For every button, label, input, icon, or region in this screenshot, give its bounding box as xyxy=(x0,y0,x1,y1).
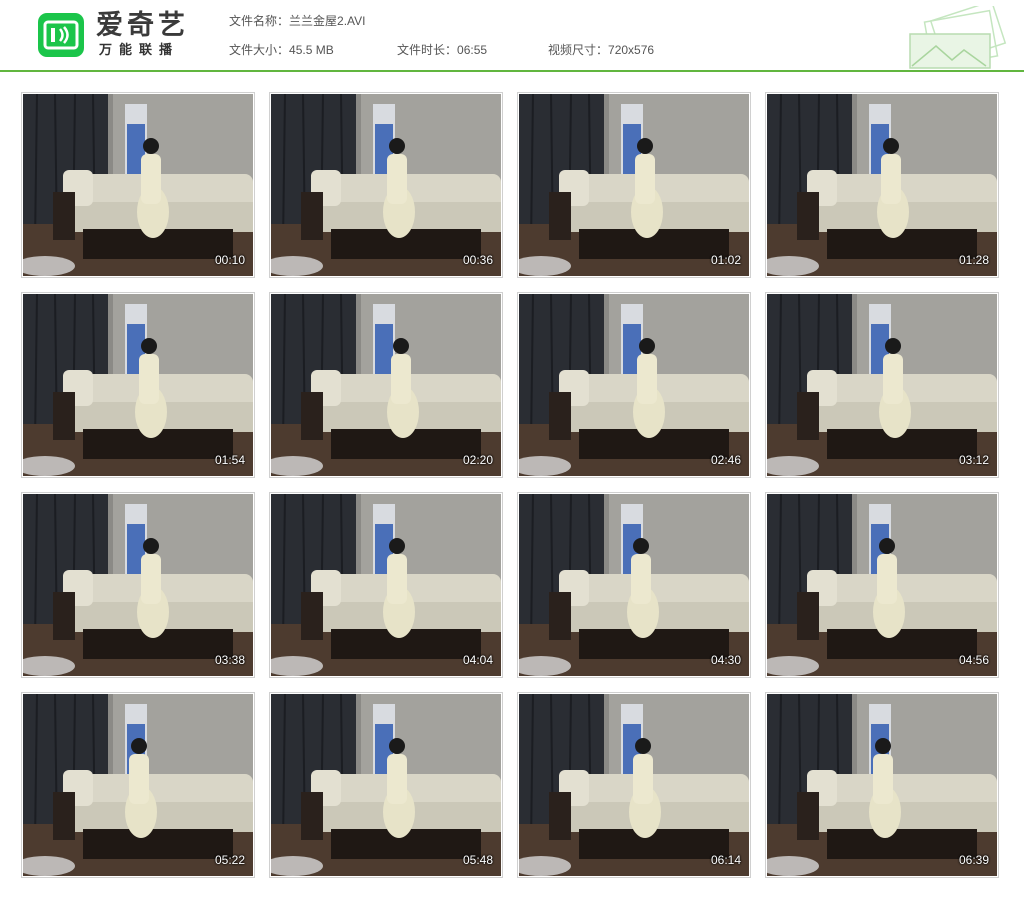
video-thumbnail[interactable]: 05:22 xyxy=(21,692,255,878)
thumbnail-timestamp: 03:12 xyxy=(958,453,989,467)
video-thumbnail[interactable]: 00:36 xyxy=(269,92,503,278)
brand-name: 爱奇艺 xyxy=(96,10,189,40)
header: 爱奇艺 万能联播 文件名称：兰兰金屋2.AVI 文件大小：45.5 MB 文件时… xyxy=(0,0,1024,70)
video-thumbnail[interactable]: 00:10 xyxy=(21,92,255,278)
thumbnail-timestamp: 00:10 xyxy=(214,253,245,267)
video-thumbnail[interactable]: 06:39 xyxy=(765,692,999,878)
thumbnail-timestamp: 03:38 xyxy=(214,653,245,667)
thumbnail-frame-image: 05:48 xyxy=(271,694,501,876)
thumbnail-frame-image: 02:46 xyxy=(519,294,749,476)
photo-stack-decoration-icon xyxy=(909,6,1007,69)
thumbnail-frame-image: 06:14 xyxy=(519,694,749,876)
thumbnail-timestamp: 05:22 xyxy=(214,853,245,867)
video-thumbnail[interactable]: 02:46 xyxy=(517,292,751,478)
thumbnail-timestamp: 04:56 xyxy=(958,653,989,667)
resolution-info: 视频尺寸：720x576 xyxy=(548,43,654,57)
duration-label: 文件时长： xyxy=(397,43,458,57)
video-thumbnail[interactable]: 03:12 xyxy=(765,292,999,478)
file-name-value: 兰兰金屋2.AVI xyxy=(289,14,366,28)
resolution-value: 720x576 xyxy=(608,43,655,57)
video-thumbnail[interactable]: 04:30 xyxy=(517,492,751,678)
video-thumbnail[interactable]: 04:04 xyxy=(269,492,503,678)
thumbnail-timestamp: 06:14 xyxy=(710,853,741,867)
brand-tagline: 万能联播 xyxy=(99,42,180,57)
thumbnail-timestamp: 04:04 xyxy=(462,653,493,667)
thumbnail-timestamp: 02:20 xyxy=(462,453,493,467)
thumbnail-timestamp: 01:28 xyxy=(958,253,989,267)
thumbnail-frame-image: 03:12 xyxy=(767,294,997,476)
video-thumbnail[interactable]: 01:54 xyxy=(21,292,255,478)
thumbnail-timestamp: 00:36 xyxy=(462,253,493,267)
file-name-info: 文件名称：兰兰金屋2.AVI xyxy=(229,14,365,28)
header-divider xyxy=(0,70,1024,72)
thumbnail-frame-image: 00:10 xyxy=(23,94,253,276)
duration-info: 文件时长：06:55 xyxy=(397,43,487,57)
file-size-info: 文件大小：45.5 MB xyxy=(229,43,334,57)
thumbnail-timestamp: 02:46 xyxy=(710,453,741,467)
duration-value: 06:55 xyxy=(457,43,488,57)
thumbnail-frame-image: 01:02 xyxy=(519,94,749,276)
thumbnail-frame-image: 06:39 xyxy=(767,694,997,876)
file-size-value: 45.5 MB xyxy=(289,43,334,57)
video-thumbnail[interactable]: 01:28 xyxy=(765,92,999,278)
thumbnail-frame-image: 03:38 xyxy=(23,494,253,676)
thumbnail-frame-image: 00:36 xyxy=(271,94,501,276)
video-thumbnail[interactable]: 03:38 xyxy=(21,492,255,678)
thumbnail-timestamp: 04:30 xyxy=(710,653,741,667)
file-name-label: 文件名称： xyxy=(229,14,290,28)
thumbnail-frame-image: 04:04 xyxy=(271,494,501,676)
thumbnail-timestamp: 01:02 xyxy=(710,253,741,267)
video-thumbnail[interactable]: 02:20 xyxy=(269,292,503,478)
thumbnail-frame-image: 04:56 xyxy=(767,494,997,676)
video-thumbnail[interactable]: 01:02 xyxy=(517,92,751,278)
file-size-label: 文件大小： xyxy=(229,43,290,57)
thumbnail-frame-image: 01:54 xyxy=(23,294,253,476)
iqiyi-logo-icon xyxy=(38,13,84,57)
video-thumbnail[interactable]: 04:56 xyxy=(765,492,999,678)
resolution-label: 视频尺寸： xyxy=(548,43,609,57)
video-thumbnail[interactable]: 06:14 xyxy=(517,692,751,878)
thumbnail-frame-image: 01:28 xyxy=(767,94,997,276)
video-thumbnail[interactable]: 05:48 xyxy=(269,692,503,878)
thumbnail-frame-image: 05:22 xyxy=(23,694,253,876)
thumbnail-timestamp: 01:54 xyxy=(214,453,245,467)
thumbnail-frame-image: 04:30 xyxy=(519,494,749,676)
thumbnail-timestamp: 05:48 xyxy=(462,853,493,867)
thumbnail-timestamp: 06:39 xyxy=(958,853,989,867)
thumbnail-frame-image: 02:20 xyxy=(271,294,501,476)
